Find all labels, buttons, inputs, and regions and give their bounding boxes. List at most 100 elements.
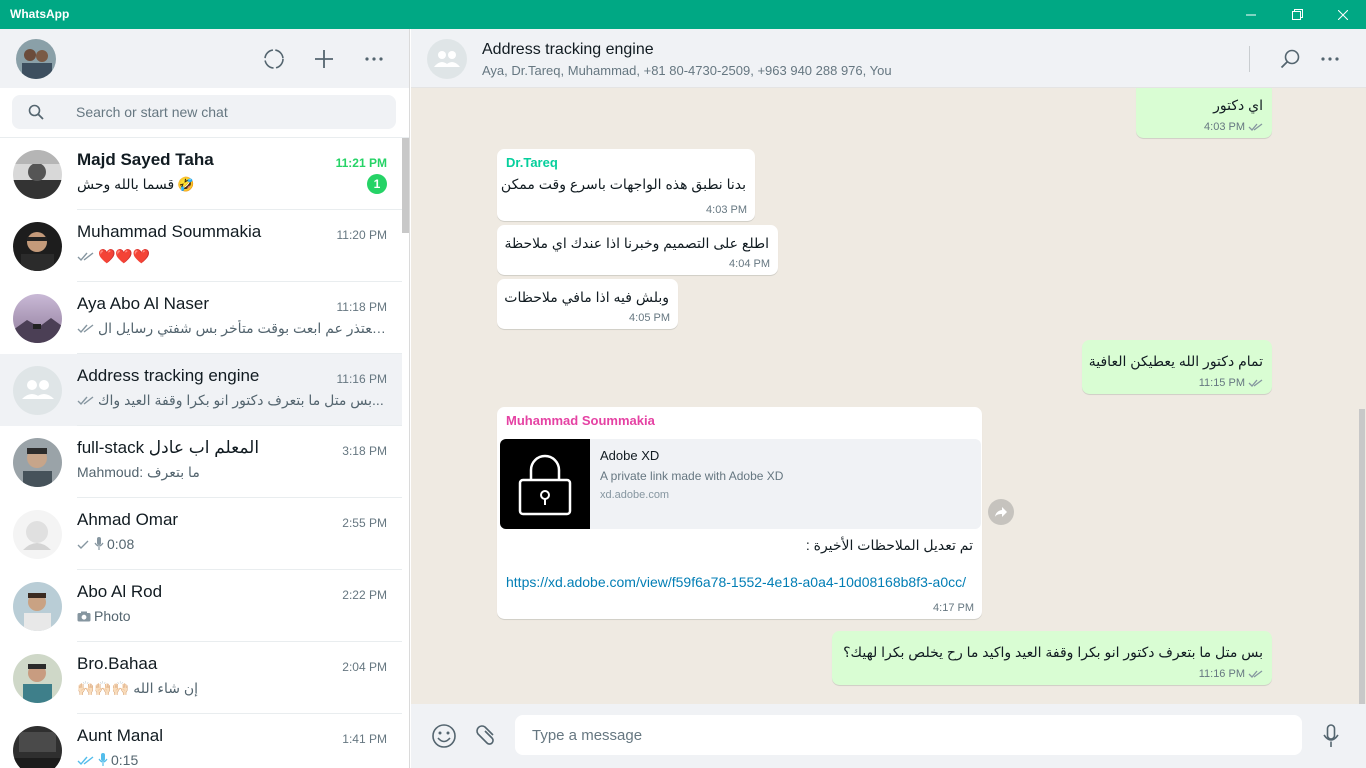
chat-preview: بعتذر عم ابعت بوقت متأخر بس شفتي رسايل ا… — [77, 320, 387, 337]
participants-list: Aya, Dr.Tareq, Muhammad, +81 80-4730-250… — [482, 63, 892, 78]
chat-preview: Photo — [77, 608, 387, 624]
preview-text: ❤️❤️❤️ — [98, 248, 151, 264]
message-text: اطلع على التصميم وخبرنا اذا عندك اي ملاح… — [504, 235, 769, 251]
chat-preview: قسما بالله وحش 🤣 — [77, 176, 387, 193]
sidebar-header — [0, 29, 409, 88]
chat-time: 11:16 PM — [336, 372, 387, 386]
forward-button[interactable] — [988, 499, 1014, 525]
chat-item-aunt-manal[interactable]: Aunt Manal 1:41 PM 0:15 — [0, 714, 402, 768]
chat-item-muhammad-soummakia[interactable]: Muhammad Soummakia 11:20 PM ❤️❤️❤️ — [0, 210, 402, 282]
message-list-scrollbar[interactable] — [1359, 409, 1365, 705]
link-preview-card[interactable]: Adobe XD A private link made with Adobe … — [500, 439, 981, 529]
message-time: 4:04 PM — [729, 258, 770, 270]
forward-icon — [995, 507, 1007, 517]
laughing-emoji: 🤣 — [177, 176, 195, 192]
voice-record-button[interactable] — [1317, 722, 1345, 750]
preview-text: Mahmoud: ما بتعرف — [77, 464, 200, 480]
conversation-menu-button[interactable] — [1317, 46, 1343, 72]
maximize-button[interactable] — [1274, 0, 1320, 29]
emoji-button[interactable] — [430, 722, 458, 750]
chat-time: 11:21 PM — [335, 156, 387, 170]
conversation-title: Address tracking engine — [482, 41, 654, 58]
chat-list-scrollbar[interactable] — [402, 138, 409, 233]
chat-time: 2:04 PM — [342, 660, 387, 674]
message-time: 4:03 PM — [1204, 121, 1245, 133]
search-input[interactable] — [76, 95, 376, 129]
group-avatar[interactable] — [427, 39, 467, 79]
double-check-icon — [77, 324, 94, 334]
chat-item-aya-abo-al-naser[interactable]: Aya Abo Al Naser 11:18 PM بعتذر عم ابعت … — [0, 282, 402, 354]
header-divider — [1249, 46, 1250, 72]
chat-name: Aya Abo Al Naser — [77, 294, 209, 313]
sidebar-menu-button[interactable] — [361, 46, 387, 72]
chat-item-full-stack[interactable]: full-stack المعلم اب عادل 3:18 PM Mahmou… — [0, 426, 402, 498]
message-time: 4:05 PM — [629, 312, 670, 324]
voice-duration: 0:15 — [111, 752, 139, 768]
message-incoming[interactable]: اطلع على التصميم وخبرنا اذا عندك اي ملاح… — [497, 225, 778, 275]
search-messages-button[interactable] — [1277, 46, 1303, 72]
message-list: اي دكتور 4:03 PM Dr.Tareq بدنا نطبق هذه … — [411, 88, 1366, 704]
avatar — [13, 582, 62, 631]
chat-name: Aunt Manal — [77, 726, 163, 745]
message-meta: 4:04 PM — [729, 258, 770, 270]
lock-icon — [518, 454, 572, 516]
message-text: اي دكتور — [1213, 97, 1263, 113]
preview-text: بس متل ما بتعرف دكتور انو بكرا وقفة العي… — [98, 392, 384, 408]
chat-time: 11:20 PM — [336, 228, 387, 242]
message-input[interactable] — [515, 715, 1302, 755]
sidebar: Majd Sayed Taha 11:21 PM قسما بالله وحش … — [0, 29, 410, 768]
chat-preview: 0:08 — [77, 536, 387, 552]
close-button[interactable] — [1320, 0, 1366, 29]
status-button[interactable] — [261, 46, 287, 72]
double-check-icon — [1248, 670, 1263, 678]
microphone-icon — [1323, 724, 1339, 747]
chat-time: 1:41 PM — [342, 732, 387, 746]
attach-button[interactable] — [471, 722, 499, 750]
message-link[interactable]: https://xd.adobe.com/view/f59f6a78-1552-… — [506, 574, 966, 590]
message-incoming[interactable]: وبلش فيه اذا مافي ملاحظات 4:05 PM — [497, 279, 678, 329]
minimize-button[interactable] — [1228, 0, 1274, 29]
chat-preview: بس متل ما بتعرف دكتور انو بكرا وقفة العي… — [77, 392, 387, 409]
message-incoming-link[interactable]: Muhammad Soummakia Adobe XD A private li… — [497, 407, 982, 619]
message-outgoing[interactable]: بس متل ما بتعرف دكتور انو بكرا وقفة العي… — [832, 631, 1272, 685]
chat-item-bro-bahaa[interactable]: Bro.Bahaa 2:04 PM 🙌🏻🙌🏻🙌🏻 إن شاء الله — [0, 642, 402, 714]
message-incoming[interactable]: Dr.Tareq بدنا نطبق هذه الواجهات باسرع وق… — [497, 149, 755, 221]
chat-preview: 🙌🏻🙌🏻🙌🏻 إن شاء الله — [77, 680, 387, 697]
message-outgoing[interactable]: اي دكتور 4:03 PM — [1136, 88, 1272, 138]
chat-item-ahmad-omar[interactable]: Ahmad Omar 2:55 PM 0:08 — [0, 498, 402, 570]
chat-time: 3:18 PM — [342, 444, 387, 458]
camera-icon — [77, 611, 91, 621]
message-time: 11:16 PM — [1198, 668, 1245, 680]
search-bar — [0, 88, 409, 138]
microphone-icon — [94, 537, 104, 550]
group-avatar — [13, 366, 62, 415]
message-composer — [411, 704, 1366, 768]
message-text: بدنا نطبق هذه الواجهات باسرع وقت ممكن — [500, 176, 746, 192]
chat-item-address-tracking-engine[interactable]: Address tracking engine 11:16 PM بس متل … — [0, 354, 402, 426]
avatar — [13, 438, 62, 487]
avatar — [13, 294, 62, 343]
new-chat-button[interactable] — [311, 46, 337, 72]
conversation-header[interactable]: Address tracking engine Aya, Dr.Tareq, M… — [411, 29, 1366, 88]
chat-item-majd-sayed-taha[interactable]: Majd Sayed Taha 11:21 PM قسما بالله وحش … — [0, 138, 402, 210]
chat-name: Bro.Bahaa — [77, 654, 158, 673]
more-icon — [365, 57, 383, 61]
chat-name: Abo Al Rod — [77, 582, 163, 601]
message-meta: 11:16 PM — [1199, 668, 1264, 680]
message-text: وبلش فيه اذا مافي ملاحظات — [504, 289, 669, 305]
my-profile-avatar[interactable] — [16, 39, 56, 79]
message-meta: 4:05 PM — [629, 312, 670, 324]
message-outgoing[interactable]: تمام دكتور الله يعطيكن العافية 11:15 PM — [1082, 340, 1272, 394]
message-meta: 4:17 PM — [933, 602, 974, 614]
paperclip-icon — [476, 725, 494, 745]
status-icon — [264, 49, 284, 69]
link-thumbnail — [500, 439, 590, 529]
chat-time: 11:18 PM — [336, 300, 387, 314]
avatar — [13, 726, 62, 768]
more-icon — [1321, 57, 1339, 61]
avatar — [13, 654, 62, 703]
restore-icon — [1291, 9, 1303, 20]
chat-name: Muhammad Soummakia — [77, 222, 262, 241]
message-meta: 4:03 PM — [706, 204, 747, 216]
chat-item-abo-al-rod[interactable]: Abo Al Rod 2:22 PM Photo — [0, 570, 402, 642]
